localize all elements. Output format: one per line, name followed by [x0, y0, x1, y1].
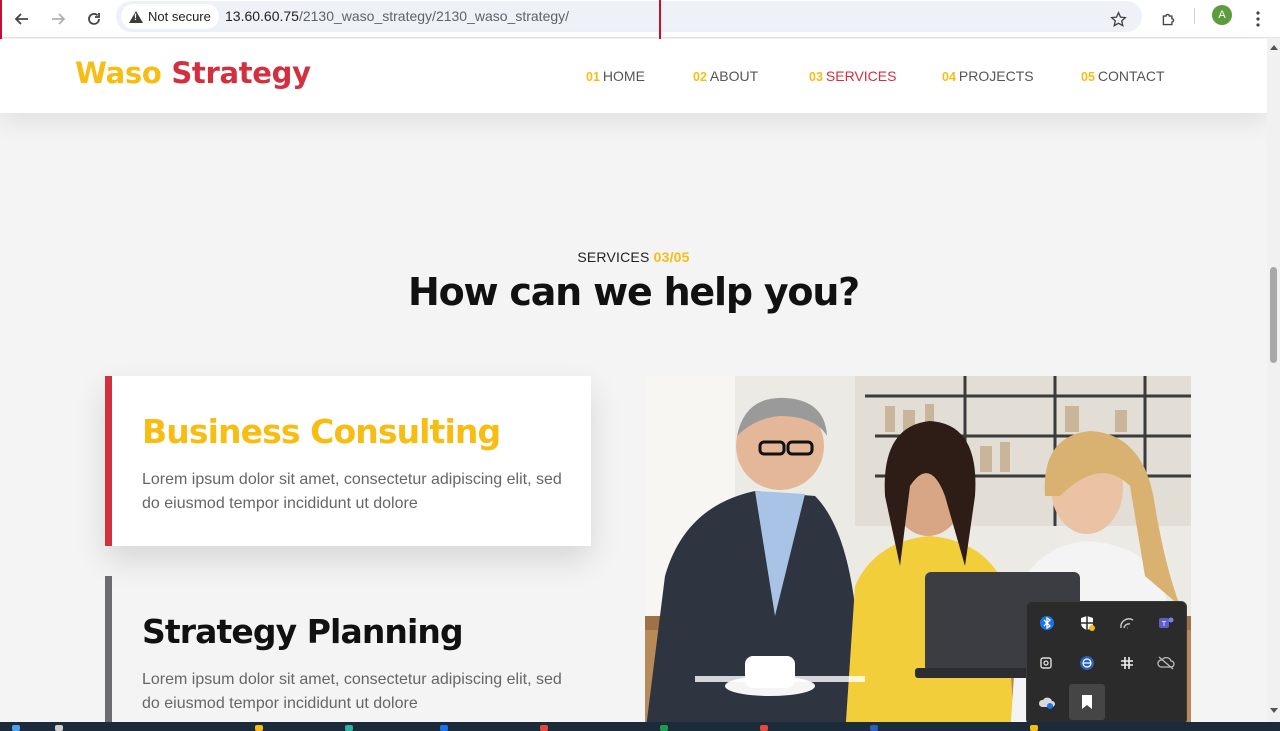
logo-part-1: Waso — [75, 56, 162, 90]
service-card-strategy-planning[interactable]: Strategy Planning Lorem ipsum dolor sit … — [105, 576, 591, 731]
eyebrow-label: SERVICES — [577, 249, 650, 265]
scroll-thumb[interactable] — [1270, 267, 1277, 363]
section-heading: How can we help you? — [407, 270, 860, 314]
puzzle-icon — [1162, 13, 1174, 25]
toolbar-divider — [1194, 8, 1195, 24]
nav-label: PROJECTS — [958, 68, 1034, 84]
back-button[interactable] — [8, 5, 36, 33]
nav-item-projects[interactable]: 04 PROJECTS — [942, 68, 1034, 84]
extensions-button[interactable] — [1154, 5, 1182, 33]
wifi-icon[interactable] — [1116, 612, 1138, 634]
camera-icon[interactable] — [1036, 652, 1058, 674]
browser-menu-button[interactable] — [1244, 5, 1272, 33]
security-chip[interactable]: Not secure — [121, 4, 219, 29]
logo-part-2: Strategy — [171, 56, 311, 90]
nav-item-contact[interactable]: 05 CONTACT — [1081, 68, 1165, 84]
app-icon[interactable] — [345, 725, 353, 731]
service-description: Lorem ipsum dolor sit amet, consectetur … — [142, 671, 562, 712]
nav-number: 02 — [693, 70, 707, 84]
search-icon[interactable] — [55, 725, 63, 731]
arrow-right-icon — [52, 13, 66, 25]
start-icon[interactable] — [12, 725, 20, 731]
cloud-off-icon[interactable] — [1155, 652, 1177, 674]
reload-button[interactable] — [80, 5, 108, 33]
app-icon[interactable] — [440, 725, 448, 731]
nav-label: SERVICES — [825, 68, 897, 84]
star-icon — [1109, 10, 1127, 27]
kebab-menu-icon — [1256, 11, 1260, 27]
scroll-down-arrow-icon[interactable] — [1270, 708, 1278, 713]
url-path: /2130_waso_strategy/2130_waso_strategy/ — [298, 8, 570, 24]
section-eyebrow: SERVICES 03/05 — [0, 249, 1267, 265]
scroll-up-arrow-icon[interactable] — [1270, 45, 1278, 50]
nav-item-services[interactable]: 03 SERVICES — [809, 68, 896, 84]
eyebrow-count: 03/05 — [653, 249, 690, 265]
nav-number: 03 — [809, 70, 823, 84]
reload-icon — [88, 13, 100, 25]
svg-text:T: T — [1161, 620, 1167, 628]
nav-label: CONTACT — [1097, 68, 1165, 84]
security-label: Not secure — [148, 9, 211, 24]
profile-avatar[interactable]: A — [1212, 5, 1232, 25]
service-title: Business Consulting — [142, 412, 501, 451]
page-scrollbar[interactable] — [1267, 39, 1280, 722]
url-text[interactable]: 13.60.60.75/2130_waso_strategy/2130_waso… — [225, 8, 569, 24]
bookmark-star-button[interactable] — [1104, 5, 1132, 33]
browser-toolbar: Not secure 13.60.60.75/2130_waso_strateg… — [0, 0, 1280, 43]
weather-icon[interactable] — [1036, 692, 1058, 714]
warning-icon — [129, 10, 143, 23]
nav-number: 01 — [586, 70, 600, 84]
app-icon[interactable] — [1030, 725, 1038, 731]
app-icon[interactable] — [540, 725, 548, 731]
app-icon[interactable] — [760, 725, 768, 731]
system-tray-popup: T — [1026, 601, 1187, 725]
app-icon[interactable] — [660, 725, 668, 731]
url-host: 13.60.60.75 — [225, 8, 299, 24]
service-title: Strategy Planning — [142, 612, 464, 651]
service-description: Lorem ipsum dolor sit amet, consectetur … — [142, 471, 562, 512]
arrow-left-icon — [14, 13, 28, 25]
service-card-business-consulting[interactable]: Business Consulting Lorem ipsum dolor si… — [105, 376, 591, 546]
app-icon[interactable] — [255, 725, 263, 731]
app-icon[interactable] — [870, 725, 878, 731]
bluetooth-icon[interactable] — [1036, 612, 1058, 634]
nav-label: ABOUT — [709, 68, 759, 84]
windows-taskbar — [0, 722, 1280, 731]
nav-label: HOME — [602, 68, 645, 84]
vpn-globe-icon[interactable] — [1076, 652, 1098, 674]
nav-item-home[interactable]: 01 HOME — [586, 68, 645, 84]
nav-item-about[interactable]: 02 ABOUT — [693, 68, 758, 84]
site-logo[interactable]: Waso Strategy — [75, 56, 311, 90]
nav-number: 05 — [1081, 70, 1095, 84]
teams-icon[interactable]: T — [1155, 612, 1177, 634]
forward-button[interactable] — [44, 5, 72, 33]
nav-number: 04 — [942, 70, 956, 84]
slack-icon[interactable] — [1116, 652, 1138, 674]
site-header: Waso Strategy 01 HOME 02 ABOUT 03 SERVICES … — [0, 39, 1267, 113]
address-bar[interactable]: Not secure 13.60.60.75/2130_waso_strateg… — [116, 1, 1142, 32]
security-shield-icon[interactable] — [1076, 612, 1098, 634]
snip-icon[interactable] — [1069, 684, 1105, 720]
